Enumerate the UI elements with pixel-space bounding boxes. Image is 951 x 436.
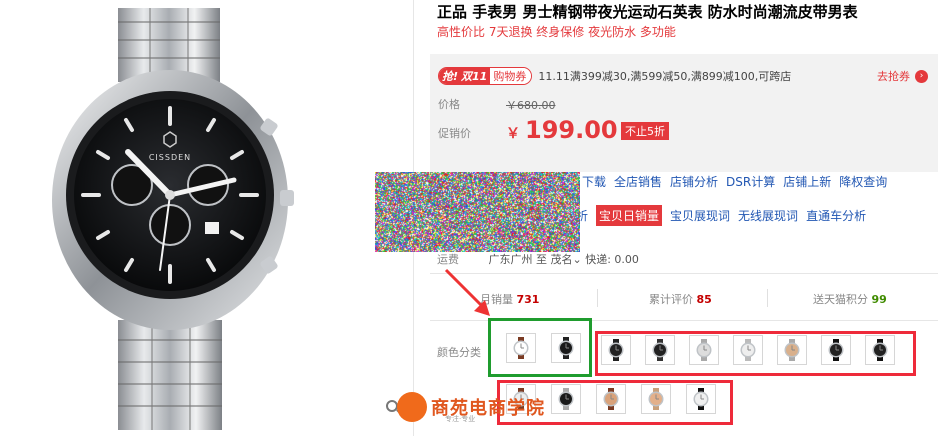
watermark-logo-icon	[397, 392, 427, 422]
annotation-arrow	[0, 0, 951, 436]
watermark: 商苑电商学院 专注·专业	[385, 392, 545, 422]
watermark-subtitle: 专注·专业	[445, 414, 475, 424]
